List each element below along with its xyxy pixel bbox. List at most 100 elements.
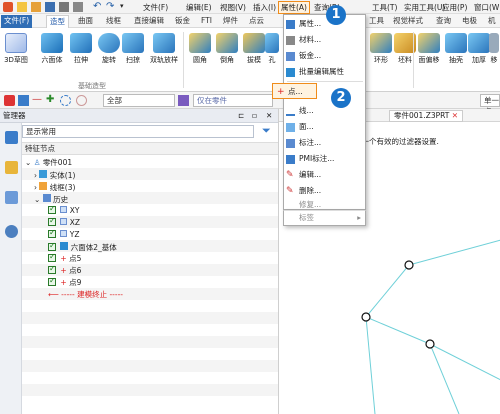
user-tab-icon[interactable] <box>5 225 18 238</box>
tab-modeling[interactable]: 造型 <box>46 15 69 28</box>
tab-visual-style[interactable]: 视觉样式 <box>390 15 426 28</box>
funnel-icon[interactable]: ⏷ <box>262 125 274 137</box>
tree-node-plane-xz[interactable]: XZ <box>48 216 80 228</box>
menu-insert[interactable]: 插入(I) <box>253 2 276 13</box>
circle-icon[interactable] <box>60 95 71 106</box>
menu-item-face[interactable]: 面... <box>284 119 365 135</box>
document-tab[interactable]: 零件001.Z3PRT ✕ <box>389 110 464 122</box>
pin-icon[interactable]: ⊏ <box>238 109 244 122</box>
menu-apps[interactable]: 应用(P) <box>442 2 467 13</box>
menu-view[interactable]: 视图(V) <box>220 2 246 13</box>
chamfer-button[interactable]: 倒角 <box>213 31 241 79</box>
tab-pointcloud[interactable]: 点云 <box>246 15 267 28</box>
restore-icon[interactable]: ▫ <box>252 109 257 122</box>
point-marker[interactable] <box>361 312 371 322</box>
tab-query[interactable]: 查询 <box>433 15 454 28</box>
menu-item-delete[interactable]: ✎ 删除... <box>284 183 365 199</box>
undo-icon[interactable]: ↶ <box>93 2 103 12</box>
line-icon[interactable]: — <box>32 95 43 106</box>
menu-window[interactable]: 窗口(W) <box>474 2 500 13</box>
select-icon[interactable] <box>4 95 15 106</box>
box-button[interactable]: 六面体 <box>38 31 66 79</box>
tree-node-wireframe[interactable]: › 线框(3) <box>34 182 75 193</box>
menu-item-point[interactable]: + 点... <box>272 83 317 99</box>
tab-close-icon[interactable]: ✕ <box>452 111 458 120</box>
tab-file[interactable]: 文件(F) <box>1 15 33 28</box>
menu-utilities[interactable]: 实用工具(U) <box>404 2 445 13</box>
menu-item-edit[interactable]: ✎ 编辑... <box>284 167 365 183</box>
menu-item-sheetmetal[interactable]: 钣金... <box>284 48 365 64</box>
visibility-checkbox[interactable] <box>48 264 56 274</box>
loft-button[interactable]: 双轨放样 <box>147 31 181 79</box>
tab-wireframe[interactable]: 线框 <box>103 15 124 28</box>
part-only-combo[interactable]: 仅在零件 <box>193 94 273 107</box>
point-icon[interactable]: ✚ <box>46 95 57 106</box>
menu-tools[interactable]: 工具(T) <box>372 2 397 13</box>
part-tab-icon[interactable] <box>5 161 18 174</box>
tree-node-point5[interactable]: + 点5 <box>48 252 81 264</box>
point-type-combo[interactable]: 单一点 <box>480 94 500 116</box>
tree-node-solid[interactable]: › 实体(1) <box>34 170 75 181</box>
menu-item-annotation[interactable]: 标注... <box>284 135 365 151</box>
visibility-checkbox[interactable] <box>48 216 56 226</box>
close-icon[interactable]: ✕ <box>266 109 272 122</box>
dropdown-arrow-icon[interactable]: ▾ <box>120 2 130 12</box>
menu-edit[interactable]: 编辑(E) <box>186 2 212 13</box>
visibility-checkbox[interactable] <box>48 276 56 286</box>
visibility-checkbox[interactable] <box>48 252 56 262</box>
pick-icon[interactable] <box>18 95 29 106</box>
point-marker[interactable] <box>425 339 435 349</box>
expand-arrow-icon[interactable]: › <box>34 171 37 180</box>
point-marker[interactable] <box>404 260 414 270</box>
view-tab-icon[interactable] <box>5 191 18 204</box>
menu-item-line[interactable]: 线... <box>284 103 365 119</box>
menu-item-material[interactable]: 材料... <box>284 32 365 48</box>
tree-node-plane-xy[interactable]: XY <box>48 204 80 216</box>
menu-item-properties[interactable]: 属性... <box>284 16 365 32</box>
menu-item-tags[interactable]: 标签 ▸ <box>283 210 366 226</box>
filter-icon[interactable] <box>178 95 189 106</box>
extrude-button[interactable]: 拉伸 <box>67 31 95 79</box>
tab-sheetmetal[interactable]: 钣金 <box>172 15 193 28</box>
filter-search-input[interactable]: 显示常用 <box>22 125 254 138</box>
history-tab-icon[interactable] <box>5 131 18 144</box>
sweep-button[interactable]: 扫掠 <box>119 31 147 79</box>
tab-more[interactable]: 机 <box>485 15 499 28</box>
fillet-button[interactable]: 圆角 <box>186 31 214 79</box>
move-button[interactable]: 移 <box>488 31 500 79</box>
tree-node-point9[interactable]: + 点9 <box>48 276 81 288</box>
new-icon[interactable] <box>17 2 27 12</box>
tab-surface[interactable]: 曲面 <box>75 15 96 28</box>
menu-file[interactable]: 文件(F) <box>143 2 168 13</box>
collapse-arrow-icon[interactable]: ⌄ <box>25 158 31 167</box>
tab-fti[interactable]: FTI <box>198 15 215 28</box>
tab-tools[interactable]: 工具 <box>366 15 387 28</box>
tab-weldment[interactable]: 焊件 <box>220 15 241 28</box>
menu-attributes[interactable]: 属性(A) <box>278 1 310 14</box>
snap-icon[interactable] <box>76 95 87 106</box>
visibility-checkbox[interactable] <box>48 228 56 238</box>
menu-item-batch-edit[interactable]: 批量编辑属性 <box>284 64 365 80</box>
print-icon[interactable] <box>59 2 69 12</box>
sketch3d-button[interactable]: 3D草图 <box>2 31 30 79</box>
open-icon[interactable] <box>31 2 41 12</box>
fillet-icon <box>189 33 211 53</box>
redo-icon[interactable]: ↷ <box>106 2 116 12</box>
rollback-marker[interactable]: ⟵ ----- 建模终止 ----- <box>48 290 123 300</box>
save-icon[interactable] <box>45 2 55 12</box>
tree-node-plane-yz[interactable]: YZ <box>48 228 80 240</box>
tree-node-root[interactable]: ⌄ ♙ 零件001 <box>25 158 72 168</box>
visibility-checkbox[interactable] <box>48 204 56 214</box>
collapse-arrow-icon[interactable]: ⌄ <box>34 195 40 204</box>
expand-arrow-icon[interactable]: › <box>34 183 37 192</box>
menu-item-pmi[interactable]: PMI标注... <box>284 151 365 167</box>
tree-node-box-feature[interactable]: 六面体2_基体 <box>48 241 117 253</box>
face-offset-button[interactable]: 面偏移 <box>414 31 444 79</box>
cut-icon[interactable] <box>73 2 83 12</box>
tab-direct-edit[interactable]: 直接编辑 <box>131 15 167 28</box>
tree-node-point6[interactable]: + 点6 <box>48 264 81 276</box>
tab-electrode[interactable]: 电极 <box>459 15 480 28</box>
filter-combo[interactable]: 全部 <box>103 94 175 107</box>
hole-button[interactable]: 孔 <box>262 31 282 79</box>
visibility-checkbox[interactable] <box>48 241 56 251</box>
